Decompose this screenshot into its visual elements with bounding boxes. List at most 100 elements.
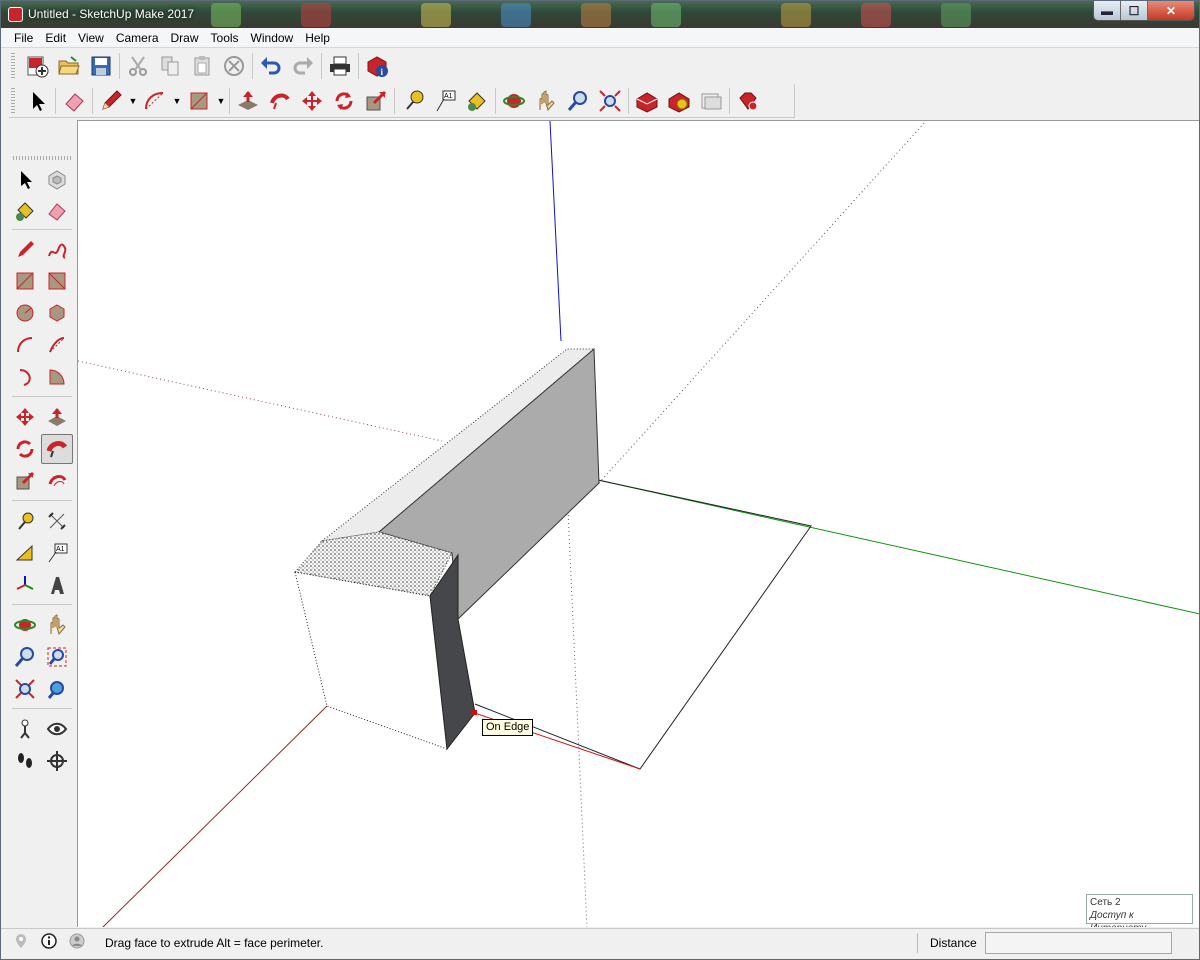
section-plane-icon[interactable] xyxy=(41,746,73,776)
zoom-window-icon[interactable] xyxy=(41,642,73,672)
position-camera-icon[interactable] xyxy=(9,714,41,744)
push-pull-icon[interactable] xyxy=(41,402,73,432)
zoom-icon[interactable] xyxy=(562,86,594,116)
pan-icon[interactable] xyxy=(530,86,562,116)
menu-camera[interactable]: Camera xyxy=(110,28,165,48)
new-icon[interactable] xyxy=(21,51,53,81)
polygon-icon[interactable] xyxy=(41,298,73,328)
large-tool-set: A1 xyxy=(9,156,75,776)
paint-bucket-icon[interactable] xyxy=(9,196,41,226)
geolocation-icon[interactable] xyxy=(13,933,29,949)
follow-me-icon[interactable] xyxy=(264,86,296,116)
zoom-extents-icon[interactable] xyxy=(9,674,41,704)
measurements-label: Distance xyxy=(930,936,977,950)
rotated-rectangle-icon[interactable] xyxy=(41,266,73,296)
protractor-icon[interactable] xyxy=(9,538,41,568)
walk-icon[interactable] xyxy=(9,746,41,776)
3d-text-icon[interactable] xyxy=(41,570,73,600)
rotate-icon[interactable] xyxy=(328,86,360,116)
rotate-icon[interactable] xyxy=(9,434,41,464)
tape-measure-icon[interactable] xyxy=(9,506,41,536)
pie-icon[interactable] xyxy=(41,362,73,392)
user-icon[interactable] xyxy=(69,933,85,949)
orbit-icon[interactable] xyxy=(9,610,41,640)
make-component-icon[interactable] xyxy=(41,164,73,194)
menu-view[interactable]: View xyxy=(72,28,110,48)
toolbar-grip[interactable] xyxy=(11,87,15,114)
separator xyxy=(229,87,230,114)
ruby-icon[interactable] xyxy=(732,86,764,116)
offset-icon[interactable] xyxy=(41,466,73,496)
toolbar-grip[interactable] xyxy=(11,53,15,79)
circle-icon[interactable] xyxy=(9,298,41,328)
pan-icon[interactable] xyxy=(41,610,73,640)
info-icon[interactable] xyxy=(41,933,57,949)
text-icon[interactable]: A1 xyxy=(41,538,73,568)
select-icon[interactable] xyxy=(9,164,41,194)
save-icon[interactable] xyxy=(85,51,117,81)
open-icon[interactable] xyxy=(53,51,85,81)
extension-icon[interactable] xyxy=(663,86,695,116)
axes-icon[interactable] xyxy=(9,570,41,600)
menu-window[interactable]: Window xyxy=(245,28,300,48)
menu-draw[interactable]: Draw xyxy=(165,28,205,48)
measurements-input[interactable] xyxy=(985,932,1172,954)
window-title: Untitled - SketchUp Make 2017 xyxy=(28,7,195,21)
paste-icon[interactable] xyxy=(186,51,218,81)
title-bar[interactable]: Untitled - SketchUp Make 2017 ▬ ☐ ✕ xyxy=(1,1,1199,28)
arc-icon[interactable] xyxy=(9,330,41,360)
look-around-icon[interactable] xyxy=(41,714,73,744)
paint-bucket-icon[interactable] xyxy=(461,86,493,116)
chevron-down-icon[interactable]: ▼ xyxy=(215,86,227,116)
zoom-icon[interactable] xyxy=(9,642,41,672)
model-info-icon[interactable]: i xyxy=(361,51,393,81)
push-pull-icon[interactable] xyxy=(232,86,264,116)
redo-icon[interactable] xyxy=(287,51,319,81)
chevron-down-icon[interactable]: ▼ xyxy=(171,86,183,116)
menu-file[interactable]: File xyxy=(1,28,39,48)
zoom-extents-icon[interactable] xyxy=(594,86,626,116)
move-icon[interactable] xyxy=(296,86,328,116)
rectangle-icon[interactable] xyxy=(183,86,215,116)
minimize-button[interactable]: ▬ xyxy=(1094,1,1121,20)
separator xyxy=(119,53,120,79)
menu-tools[interactable]: Tools xyxy=(205,28,245,48)
text-icon[interactable]: A1 xyxy=(429,86,461,116)
chevron-down-icon[interactable]: ▼ xyxy=(127,86,139,116)
drawing-viewport[interactable]: On Edge Сеть 2 Доступ к Интернету xyxy=(77,120,1199,927)
undo-icon[interactable] xyxy=(255,51,287,81)
toolbar-grip[interactable] xyxy=(13,156,73,160)
erase-icon[interactable] xyxy=(218,51,250,81)
warehouse-icon[interactable] xyxy=(631,86,663,116)
tape-measure-icon[interactable] xyxy=(397,86,429,116)
model-canvas[interactable] xyxy=(78,121,1199,927)
two-point-arc-icon[interactable] xyxy=(41,330,73,360)
freehand-icon[interactable] xyxy=(41,234,73,264)
maximize-button[interactable]: ☐ xyxy=(1121,1,1148,20)
dimension-icon[interactable] xyxy=(41,506,73,536)
eraser-icon[interactable] xyxy=(41,196,73,226)
menu-help[interactable]: Help xyxy=(299,28,336,48)
copy-icon[interactable] xyxy=(154,51,186,81)
eraser-icon[interactable] xyxy=(58,86,90,116)
orbit-icon[interactable] xyxy=(498,86,530,116)
scale-icon[interactable] xyxy=(360,86,392,116)
select-icon[interactable] xyxy=(21,86,53,116)
menu-edit[interactable]: Edit xyxy=(39,28,72,48)
move-icon[interactable] xyxy=(9,402,41,432)
send-to-layout-icon[interactable] xyxy=(695,86,727,116)
pencil-icon[interactable] xyxy=(95,86,127,116)
previous-view-icon[interactable] xyxy=(41,674,73,704)
print-icon[interactable] xyxy=(324,51,356,81)
close-button[interactable]: ✕ xyxy=(1148,1,1194,20)
arc-icon[interactable] xyxy=(139,86,171,116)
follow-me-icon[interactable] xyxy=(41,434,73,464)
separator xyxy=(628,87,629,114)
separator xyxy=(12,396,72,397)
cut-icon[interactable] xyxy=(122,51,154,81)
line-icon[interactable] xyxy=(9,234,41,264)
three-point-arc-icon[interactable] xyxy=(9,362,41,392)
rectangle-icon[interactable] xyxy=(9,266,41,296)
scale-icon[interactable] xyxy=(9,466,41,496)
separator xyxy=(12,500,72,501)
